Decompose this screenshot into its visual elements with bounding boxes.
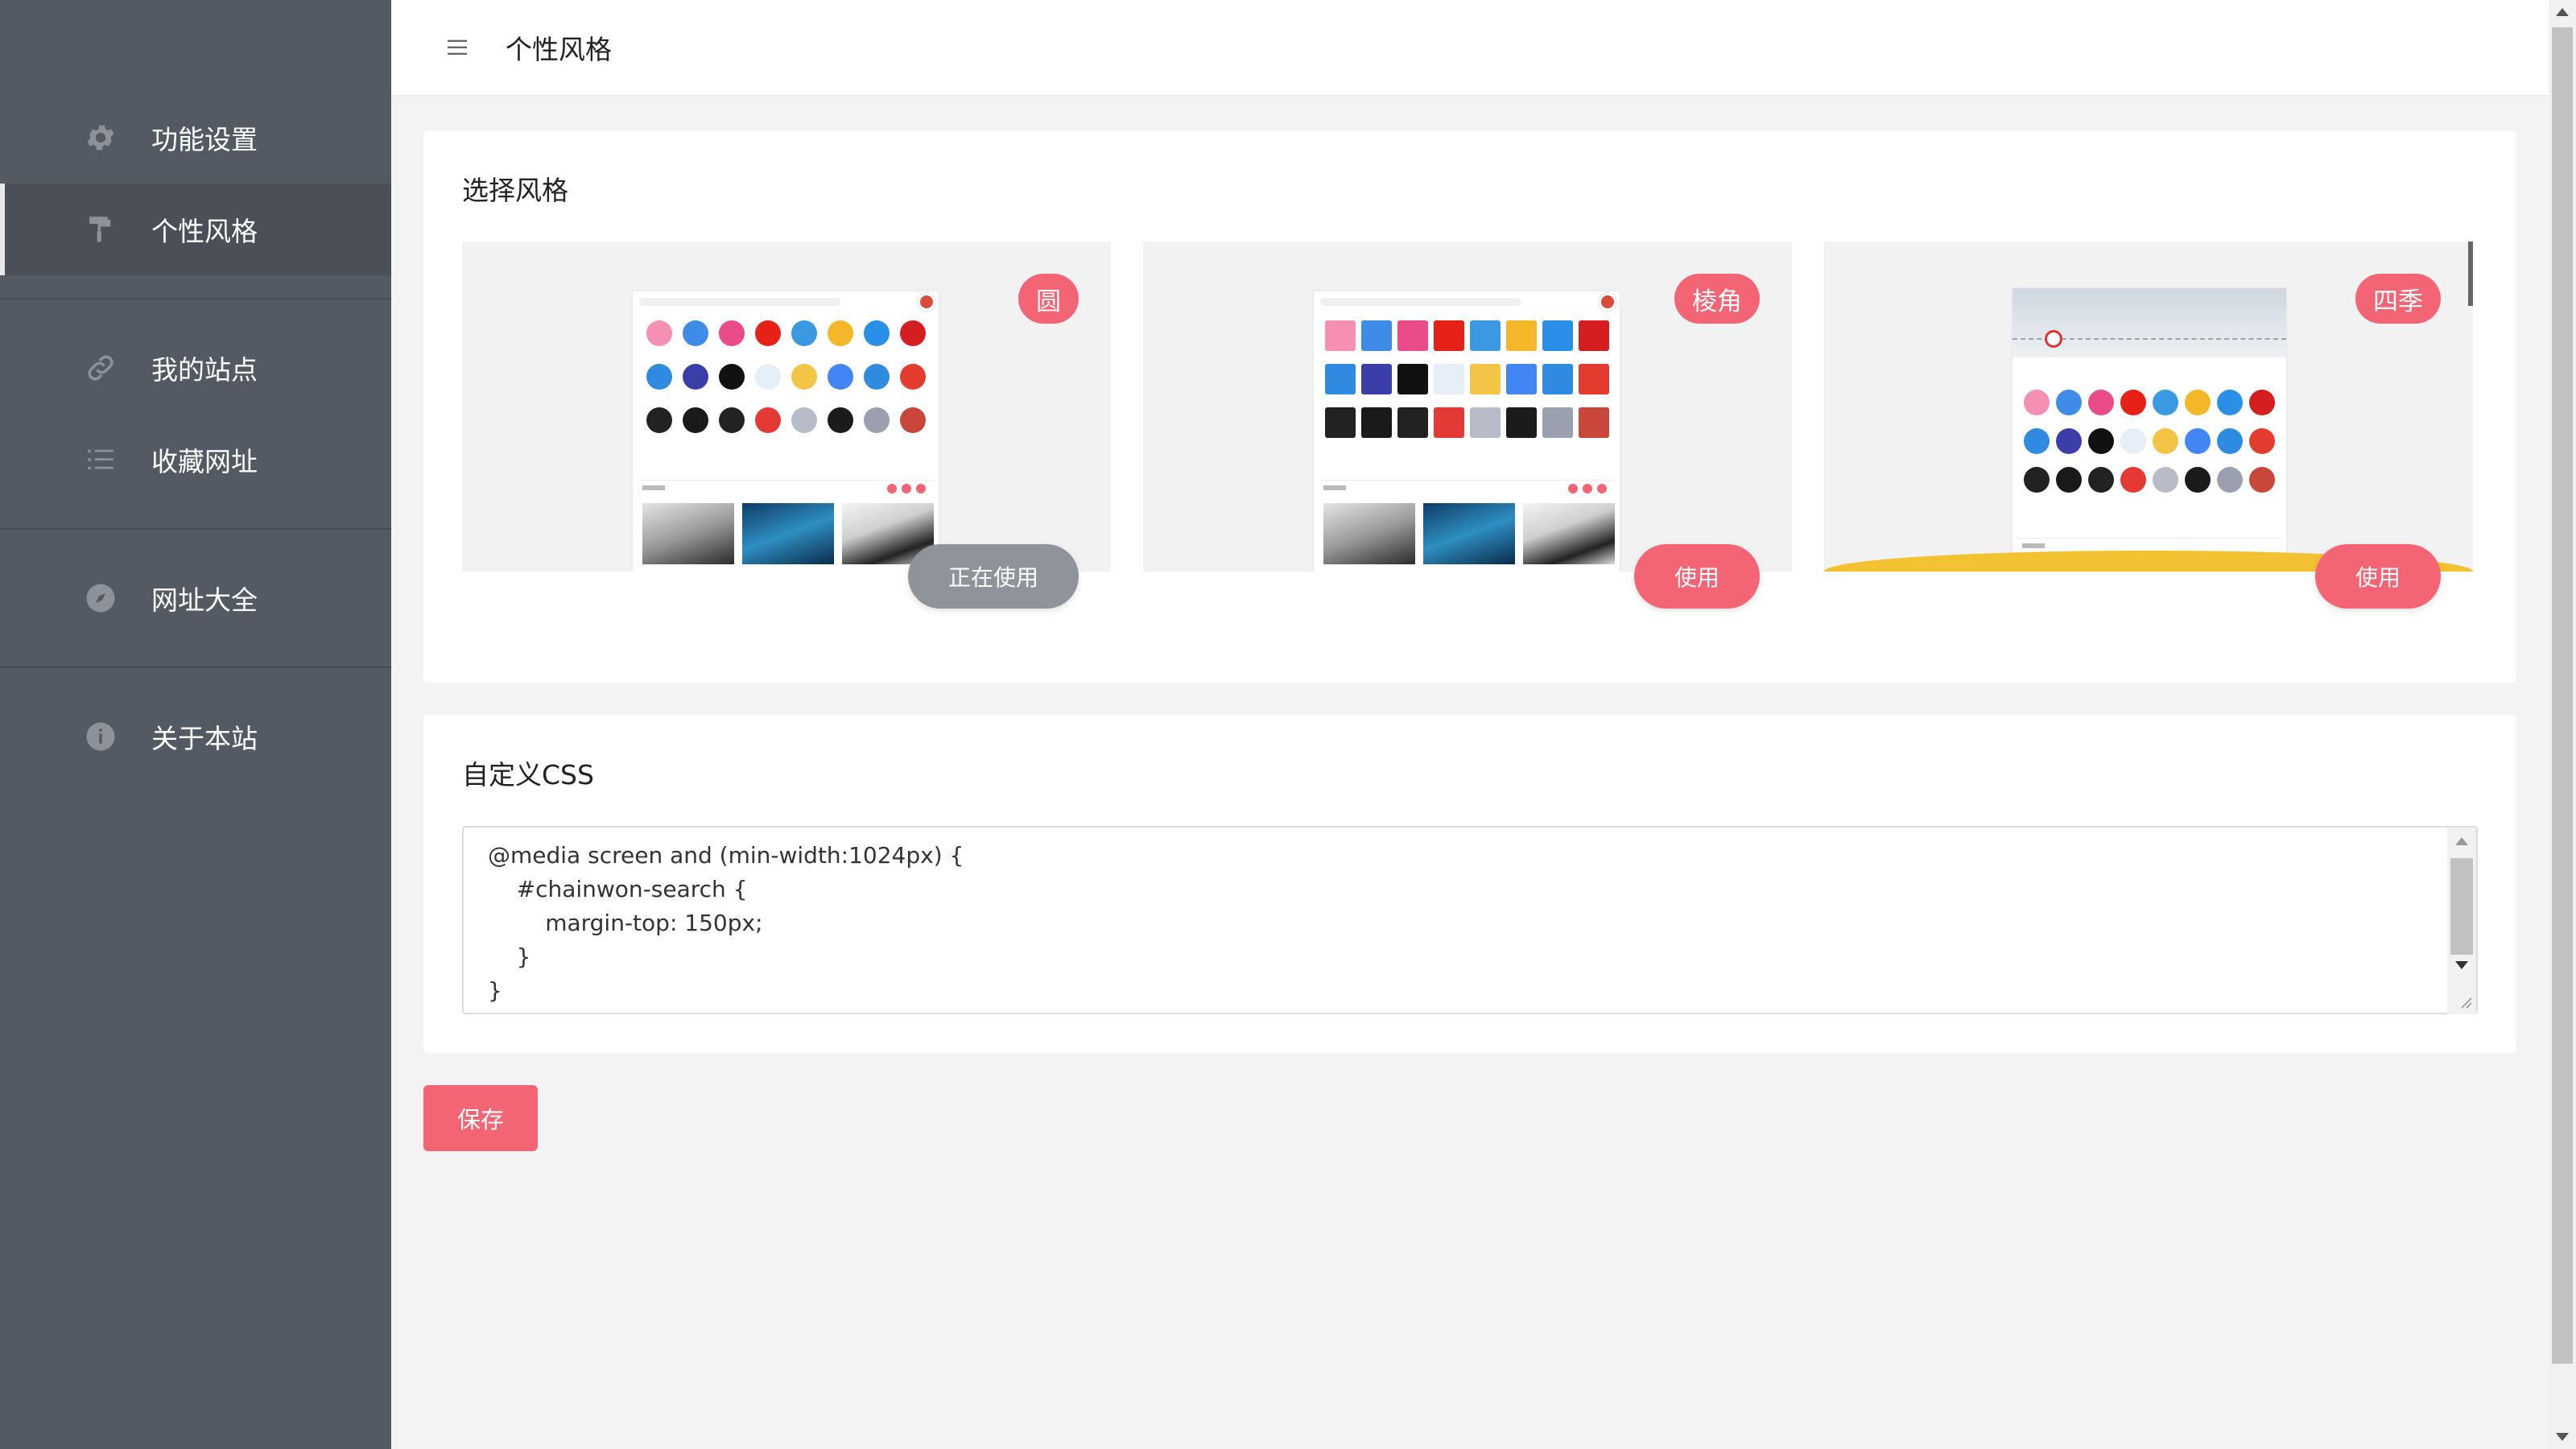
sidebar-group-settings: 功能设置 个性风格 — [0, 0, 391, 299]
textarea-scrollbar[interactable] — [2447, 828, 2476, 1014]
theme-preview-page — [633, 291, 939, 572]
theme-use-button[interactable]: 使用 — [1634, 544, 1760, 609]
scrollbar-thumb[interactable] — [2552, 27, 2573, 1364]
theme-preview: 圆 — [462, 242, 1111, 572]
scroll-up-arrow-icon[interactable] — [2455, 837, 2468, 845]
theme-card-round[interactable]: 圆 正在使用 — [462, 242, 1111, 644]
custom-css-card: 自定义CSS @media screen and (min-width:1024… — [423, 715, 2516, 1053]
info-icon — [84, 720, 118, 753]
theme-card-angular[interactable]: 棱角 使用 — [1143, 242, 1792, 644]
sidebar-item-label: 功能设置 — [151, 124, 258, 155]
paint-roller-icon — [84, 213, 118, 246]
theme-card-seasons[interactable]: 四季 使用 — [1824, 242, 2473, 644]
sidebar-item-label: 关于本站 — [151, 723, 258, 754]
theme-badge: 棱角 — [1674, 274, 1760, 324]
list-icon — [84, 443, 118, 477]
theme-preview-page — [1314, 291, 1620, 572]
scroll-up-arrow-icon[interactable] — [2556, 8, 2569, 16]
theme-badge: 圆 — [1018, 274, 1079, 324]
compass-icon — [84, 581, 118, 615]
page-title: 个性风格 — [506, 34, 612, 65]
scroll-down-arrow-icon[interactable] — [2556, 1433, 2569, 1441]
scroll-down-arrow-icon[interactable] — [2455, 961, 2468, 969]
section-title: 自定义CSS — [462, 759, 594, 791]
sidebar-item-function-settings[interactable]: 功能设置 — [0, 92, 391, 184]
gear-icon — [84, 121, 118, 155]
sidebar-item-label: 我的站点 — [151, 354, 258, 386]
hamburger-icon[interactable] — [440, 30, 475, 65]
scrollbar-thumb[interactable] — [2450, 858, 2473, 955]
sidebar: 功能设置 个性风格 我的站点 收藏网址 网址大全 关于本站 — [0, 0, 391, 1449]
theme-preview-page — [2013, 288, 2286, 572]
themes-carousel: 圆 正在使用 棱角 使用 四季 使用 — [462, 242, 2475, 644]
theme-preview-scrollbar[interactable] — [2468, 242, 2473, 306]
sidebar-item-label: 收藏网址 — [151, 446, 258, 477]
section-title: 选择风格 — [462, 175, 568, 206]
sidebar-group-sites: 我的站点 收藏网址 — [0, 299, 391, 530]
save-button[interactable]: 保存 — [423, 1085, 538, 1151]
theme-preview: 四季 — [1824, 242, 2473, 572]
style-selection-card: 选择风格 圆 正在使用 棱角 使用 四季 使用 — [423, 130, 2516, 683]
theme-in-use-button[interactable]: 正在使用 — [908, 544, 1079, 609]
theme-badge: 四季 — [2355, 274, 2441, 324]
page-scrollbar[interactable] — [2549, 0, 2576, 1449]
custom-css-code[interactable]: @media screen and (min-width:1024px) { #… — [488, 839, 964, 1008]
sidebar-item-label: 网址大全 — [151, 584, 258, 616]
theme-preview-snow-banner — [2013, 288, 2286, 357]
link-icon — [84, 351, 118, 385]
sidebar-group-directory: 网址大全 — [0, 530, 391, 668]
sidebar-group-about: 关于本站 — [0, 668, 391, 805]
theme-preview: 棱角 — [1143, 242, 1792, 572]
resize-grip-icon[interactable] — [2457, 993, 2473, 1009]
sidebar-item-label: 个性风格 — [151, 216, 258, 247]
sidebar-item-favorites[interactable]: 收藏网址 — [0, 414, 391, 506]
sidebar-item-personal-style[interactable]: 个性风格 — [0, 184, 391, 275]
sidebar-item-my-sites[interactable]: 我的站点 — [0, 322, 391, 414]
sidebar-item-about[interactable]: 关于本站 — [0, 691, 391, 782]
custom-css-textarea[interactable]: @media screen and (min-width:1024px) { #… — [462, 826, 2478, 1014]
top-header: 个性风格 — [391, 0, 2549, 97]
sidebar-item-url-directory[interactable]: 网址大全 — [0, 552, 391, 644]
theme-use-button[interactable]: 使用 — [2315, 544, 2441, 609]
